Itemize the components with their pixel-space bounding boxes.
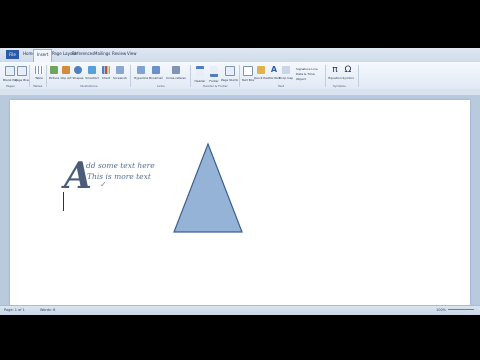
hyperlink-button[interactable]: Hyperlink	[134, 66, 148, 80]
clip-art-icon	[62, 66, 70, 74]
bookmark-icon	[152, 66, 160, 74]
group-links-label: Links	[157, 84, 165, 88]
header-button[interactable]: Header	[193, 66, 207, 83]
page-break-button[interactable]: Page Break	[15, 66, 29, 82]
omega-icon: Ω	[344, 65, 352, 75]
signature-line-item[interactable]: Signature Line	[296, 67, 318, 71]
group-illustrations-label: Illustrations	[80, 84, 98, 88]
chart-icon	[102, 66, 110, 74]
object-item[interactable]: Object	[296, 77, 306, 81]
page-number-button[interactable]: Page Number	[221, 66, 238, 82]
triangle-polygon[interactable]	[173, 142, 243, 233]
screenshot-button[interactable]: Screenshot	[113, 66, 127, 80]
tab-references[interactable]: References	[72, 51, 94, 56]
footer-icon	[210, 66, 218, 77]
drop-cap-icon	[282, 66, 290, 74]
wordart-icon: A	[270, 65, 278, 74]
page-icon	[5, 66, 15, 76]
hyperlink-icon	[137, 66, 145, 74]
smartart-icon	[88, 66, 96, 74]
smartart-button[interactable]: SmartArt	[85, 66, 99, 80]
page-count[interactable]: Page: 1 of 1	[4, 308, 25, 312]
triangle-shape[interactable]	[170, 141, 246, 235]
text-box-button[interactable]: Text Box	[241, 66, 255, 82]
mouse-cursor-icon: ✓	[100, 180, 107, 189]
footer-button[interactable]: Footer	[207, 66, 221, 83]
tab-file[interactable]: File	[6, 50, 19, 59]
drop-cap-button[interactable]: Drop Cap	[279, 66, 293, 80]
tab-mailings[interactable]: Mailings	[94, 51, 110, 56]
table-button[interactable]: Table	[32, 66, 46, 80]
zoom-level[interactable]: 100%	[436, 308, 446, 312]
tab-view[interactable]: View	[127, 51, 137, 56]
tab-insert[interactable]: Insert	[33, 49, 53, 62]
header-icon	[196, 66, 204, 77]
bookmark-button[interactable]: Bookmark	[149, 66, 163, 80]
ribbon-tab-bar: File Home Insert Page Layout References …	[0, 48, 480, 63]
shapes-icon	[74, 66, 82, 74]
cross-reference-button[interactable]: Cross-reference	[166, 66, 186, 80]
group-tables-label: Tables	[33, 84, 43, 88]
group-pages-label: Pages	[6, 84, 15, 88]
text-line-1[interactable]: dd some text here	[86, 161, 155, 170]
group-text-label: Text	[278, 84, 285, 88]
quick-parts-button[interactable]: Quick Parts	[254, 66, 268, 80]
screenshot-icon	[116, 66, 124, 74]
quick-parts-icon	[257, 66, 265, 74]
zoom-slider[interactable]	[448, 309, 474, 310]
shapes-button[interactable]: Shapes	[71, 66, 85, 80]
table-icon	[35, 66, 43, 74]
pi-icon: π	[332, 65, 338, 75]
chart-button[interactable]: Chart	[99, 66, 113, 80]
date-time-item[interactable]: Date & Time	[296, 72, 315, 76]
cross-reference-icon	[172, 66, 180, 74]
text-box-icon	[243, 66, 253, 76]
group-symbols-label: Symbols	[333, 84, 346, 88]
ribbon: Blank Page Page Break Table Picture Clip…	[0, 62, 480, 90]
text-caret	[63, 192, 64, 211]
page-break-icon	[17, 66, 27, 76]
symbol-button[interactable]: Ω Symbol	[341, 65, 355, 81]
word-count[interactable]: Words: 8	[40, 308, 55, 312]
status-bar: Page: 1 of 1 Words: 8 100%	[0, 305, 480, 315]
page-number-icon	[224, 66, 235, 76]
text-line-2[interactable]: This is more text	[87, 172, 151, 181]
group-header-footer-label: Header & Footer	[203, 84, 228, 88]
picture-icon	[50, 66, 58, 74]
tab-review[interactable]: Review	[112, 51, 126, 56]
